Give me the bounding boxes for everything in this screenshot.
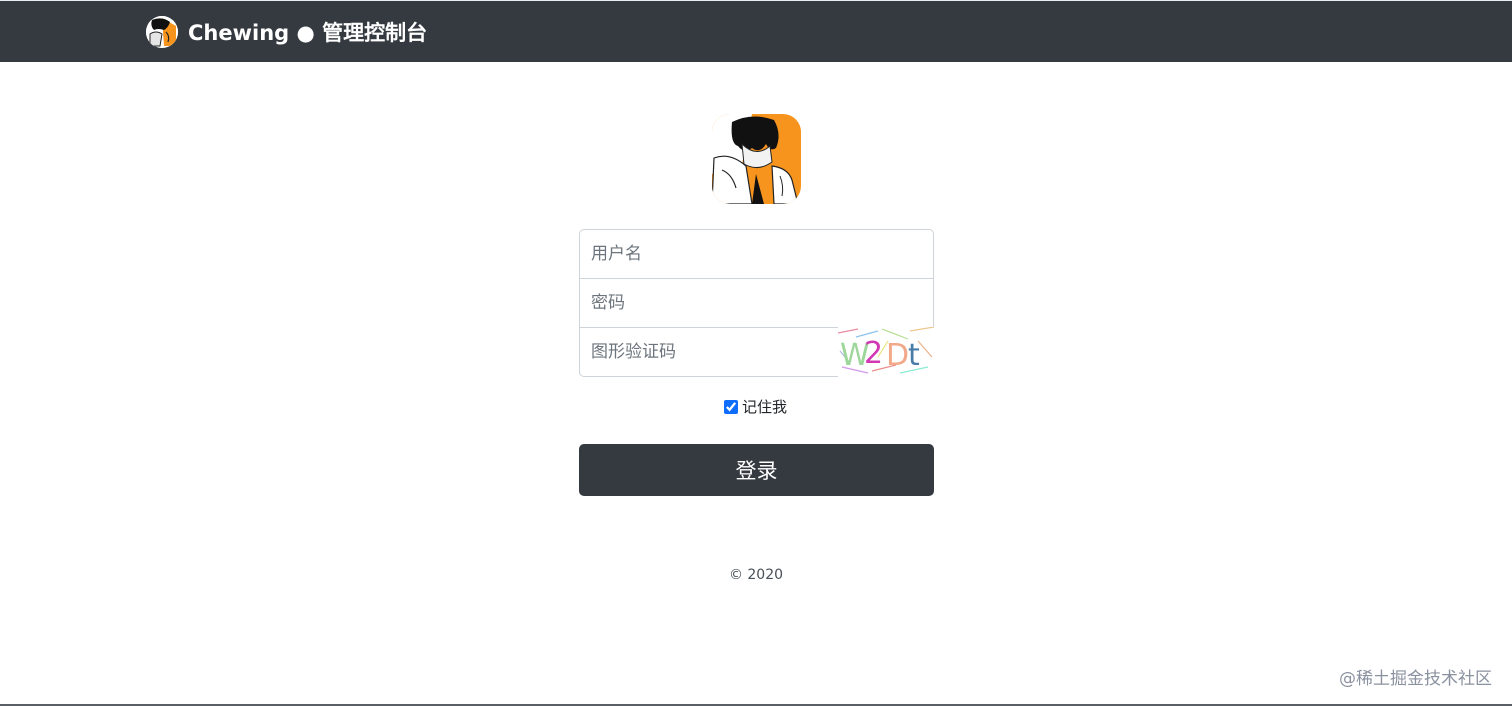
top-navbar: Chewing ● 管理控制台 <box>0 0 1512 62</box>
captcha-char-3: D <box>886 338 909 373</box>
captcha-image[interactable]: W 2 D t <box>838 327 934 377</box>
footer-copyright: © 2020 <box>728 567 784 583</box>
captcha-char-2: 2 <box>864 336 883 371</box>
remember-label: 记住我 <box>742 398 788 416</box>
remember-checkbox[interactable] <box>724 399 738 414</box>
username-input[interactable] <box>579 229 934 279</box>
anime-avatar-icon <box>712 114 801 204</box>
captcha-input[interactable] <box>579 327 839 377</box>
captcha-char-4: t <box>908 338 920 373</box>
remember-me[interactable]: 记住我 <box>724 396 787 417</box>
login-button[interactable]: 登录 <box>579 444 934 496</box>
brand-title: Chewing ● 管理控制台 <box>188 21 428 45</box>
watermark-text: @稀土掘金技术社区 <box>1339 669 1492 689</box>
avatar-logo-icon <box>146 16 178 48</box>
brand-link[interactable]: Chewing ● 管理控制台 <box>146 16 427 48</box>
password-input[interactable] <box>579 278 934 328</box>
